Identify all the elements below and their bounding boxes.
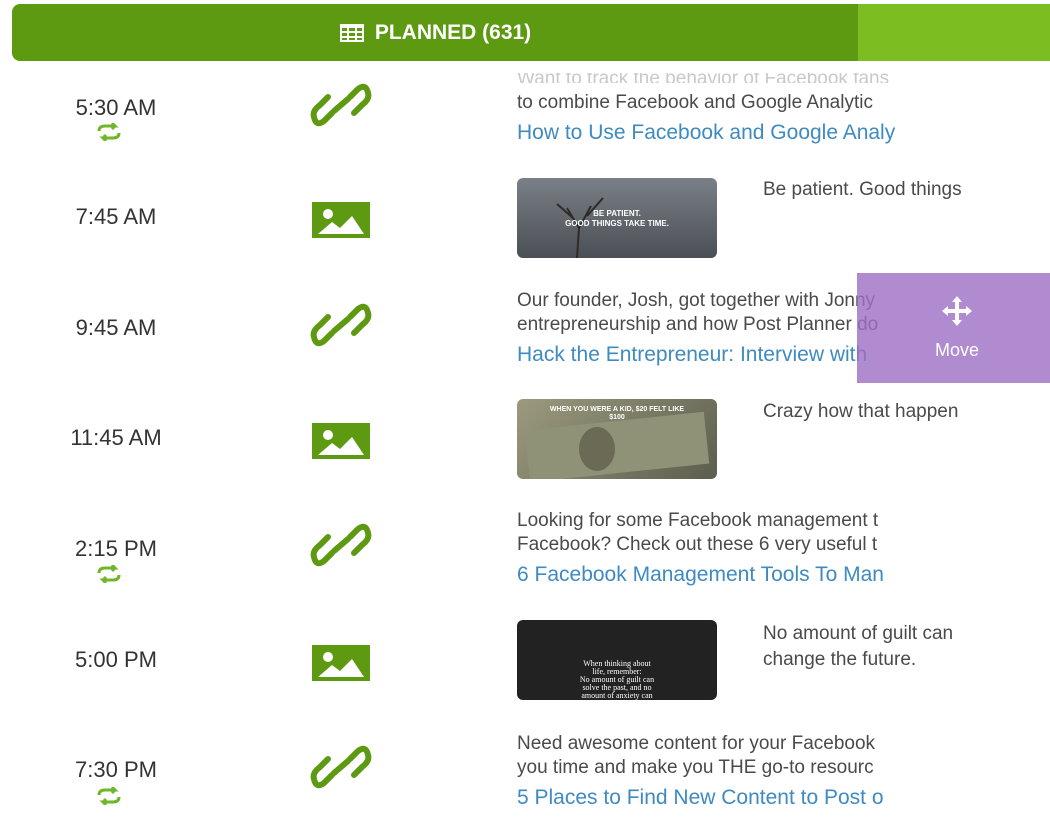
post-row[interactable]: 7:45 AM BE PATIENT. GOOD THINGS TAKE TIM… xyxy=(0,173,1050,283)
link-icon xyxy=(310,523,372,567)
image-icon xyxy=(312,645,370,681)
post-row[interactable]: 5:30 AM Want to track the behavior of Fa… xyxy=(0,73,1050,183)
post-row[interactable]: 2:15 PM Looking for some Facebook manage… xyxy=(0,503,1050,613)
svg-text:BE PATIENT.: BE PATIENT. xyxy=(593,209,641,218)
move-handle[interactable]: Move xyxy=(857,273,1050,383)
post-row[interactable]: 11:45 AM WHEN YOU WERE A KID, $20 FELT L… xyxy=(0,393,1050,503)
post-row[interactable]: 7:30 PM Need awesome content for your Fa… xyxy=(0,723,1050,833)
image-icon xyxy=(312,202,370,238)
post-thumbnail[interactable]: WHEN YOU WERE A KID, $20 FELT LIKE $100 xyxy=(517,399,717,479)
post-time: 7:45 AM xyxy=(75,204,157,229)
repeat-icon xyxy=(97,787,121,805)
link-icon xyxy=(310,83,372,127)
link-icon xyxy=(310,745,372,789)
post-link[interactable]: 6 Facebook Management Tools To Man xyxy=(517,563,1050,587)
tab-secondary[interactable] xyxy=(858,4,1050,61)
post-link[interactable]: How to Use Facebook and Google Analy xyxy=(517,121,1050,145)
post-text-line: Looking for some Facebook management t xyxy=(517,510,879,531)
move-icon xyxy=(942,295,972,326)
post-row[interactable]: 5:00 PM When thinking about life, rememb… xyxy=(0,613,1050,723)
move-label: Move xyxy=(934,339,979,360)
post-thumbnail[interactable]: When thinking about life, remember: No a… xyxy=(517,620,717,700)
svg-text:GOOD THINGS TAKE TIME.: GOOD THINGS TAKE TIME. xyxy=(565,219,669,228)
svg-text:$100: $100 xyxy=(609,414,625,421)
tab-planned-label: PLANNED (631) xyxy=(374,20,532,44)
post-time: 2:15 PM xyxy=(75,536,157,561)
post-caption: No amount of guilt can change the future… xyxy=(763,621,953,673)
repeat-icon xyxy=(97,565,121,583)
post-thumbnail[interactable]: BE PATIENT. GOOD THINGS TAKE TIME. xyxy=(517,178,717,258)
repeat-icon xyxy=(97,123,121,141)
tab-planned[interactable]: PLANNED (631) xyxy=(12,4,858,61)
post-link[interactable]: 5 Places to Find New Content to Post o xyxy=(517,786,1050,810)
post-caption: Be patient. Good things xyxy=(763,179,962,200)
post-text-line: to combine Facebook and Google Analytic xyxy=(517,92,873,113)
post-time: 11:45 AM xyxy=(70,425,162,450)
post-caption: Crazy how that happen xyxy=(763,401,959,422)
post-text-faded: Want to track the behavior of Facebook f… xyxy=(517,73,1050,83)
svg-text:WHEN YOU WERE A KID, $20 FELT: WHEN YOU WERE A KID, $20 FELT LIKE xyxy=(550,406,685,413)
planned-header: PLANNED (631) xyxy=(12,4,1050,61)
post-time: 5:00 PM xyxy=(75,647,157,672)
post-time: 9:45 AM xyxy=(75,315,157,340)
post-text-line: Facebook? Check out these 6 very useful … xyxy=(517,534,878,555)
post-text: to combine Facebook and Google Analytic … xyxy=(517,91,1050,145)
link-icon xyxy=(310,303,372,347)
post-time: 7:30 PM xyxy=(75,757,157,782)
post-text: Looking for some Facebook management t F… xyxy=(517,509,1050,587)
svg-text:amount of anxiety can: amount of anxiety can xyxy=(581,691,652,700)
image-icon xyxy=(312,423,370,459)
calendar-icon xyxy=(339,23,365,43)
post-text-line: Need awesome content for your Facebook xyxy=(517,733,876,754)
post-caption-line: No amount of guilt can xyxy=(763,623,954,644)
post-text-line: you time and make you THE go-to resourc xyxy=(517,757,874,778)
post-text: Need awesome content for your Facebook y… xyxy=(517,732,1050,810)
post-time: 5:30 AM xyxy=(75,95,157,120)
post-caption-line: change the future. xyxy=(763,649,917,670)
